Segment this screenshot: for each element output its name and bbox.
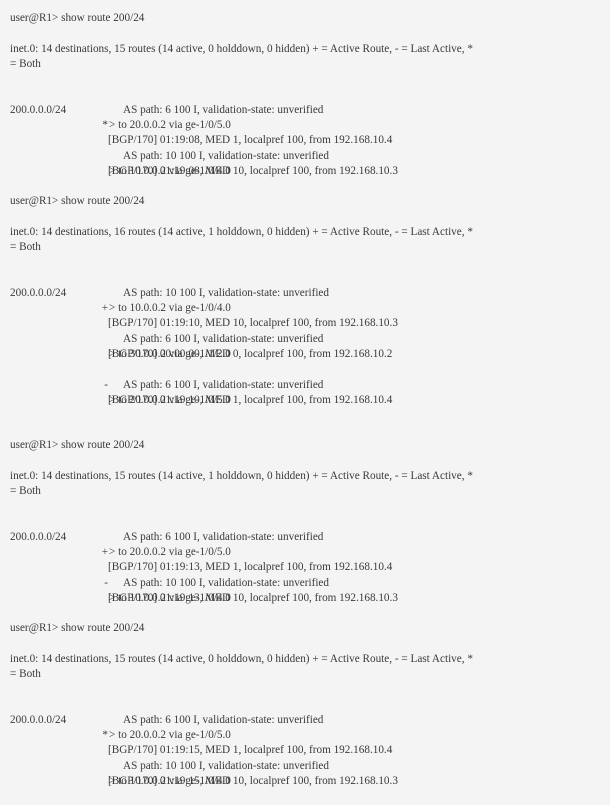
- route-flag: -: [104, 576, 108, 589]
- route-prefix: 200.0.0.0/24: [10, 286, 67, 299]
- route-flag: +: [101, 546, 108, 559]
- route-flag: +: [101, 302, 108, 315]
- route-as-path: AS path: 6 100 I, validation-state: unve…: [123, 332, 324, 345]
- routing-table-summary: inet.0: 14 destinations, 15 routes (14 a…: [10, 469, 473, 482]
- route-entry: 200.0.0.0/24 + [BGP/170] 01:19:13, MED 1…: [10, 514, 610, 574]
- terminal-output: user@R1> show route 200/24 inet.0: 14 de…: [0, 0, 610, 787]
- command-output-2: user@R1> show route 200/24 inet.0: 14 de…: [10, 194, 610, 408]
- routing-table-summary: inet.0: 14 destinations, 15 routes (14 a…: [10, 652, 473, 665]
- route-as-path: AS path: 10 100 I, validation-state: unv…: [123, 149, 329, 162]
- route-as-path: AS path: 10 100 I, validation-state: unv…: [123, 759, 329, 772]
- command-prompt: user@R1> show route 200/24: [10, 622, 145, 634]
- route-protocol-info: [BGP/170] 01:19:08, MED 10, localpref 10…: [108, 164, 398, 177]
- routing-table-summary: inet.0: 14 destinations, 15 routes (14 a…: [10, 42, 473, 55]
- route-prefix: 200.0.0.0/24: [10, 530, 67, 543]
- route-as-path: AS path: 10 100 I, validation-state: unv…: [123, 286, 329, 299]
- command-prompt: user@R1> show route 200/24: [10, 195, 145, 207]
- command-prompt: user@R1> show route 200/24: [10, 439, 145, 451]
- command-output-3: user@R1> show route 200/24 inet.0: 14 de…: [10, 438, 610, 606]
- route-entry: 200.0.0.0/24 * [BGP/170] 01:19:15, MED 1…: [10, 697, 610, 757]
- route-protocol-info: [BGP/170] 01:19:10, MED 1, localpref 100…: [108, 393, 393, 406]
- route-flag: *: [102, 119, 108, 132]
- route-as-path: AS path: 6 100 I, validation-state: unve…: [123, 530, 324, 543]
- route-entry: [BGP/170] 00:00:00, MED 0, localpref 100…: [10, 316, 610, 360]
- route-prefix: 200.0.0.0/24: [10, 103, 67, 116]
- route-entry: 200.0.0.0/24 + [BGP/170] 01:19:10, MED 1…: [10, 270, 610, 330]
- routing-table-summary-wrap: = Both: [10, 57, 41, 70]
- routing-table-summary-wrap: = Both: [10, 484, 41, 497]
- route-entry: [BGP/170] 01:19:15, MED 10, localpref 10…: [10, 743, 610, 787]
- routing-table-summary-wrap: = Both: [10, 667, 41, 680]
- route-entry: - [BGP/170] 01:19:10, MED 1, localpref 1…: [10, 362, 610, 406]
- route-prefix: 200.0.0.0/24: [10, 713, 67, 726]
- route-protocol-info: [BGP/170] 01:19:13, MED 10, localpref 10…: [108, 591, 398, 604]
- routing-table-summary: inet.0: 14 destinations, 16 routes (14 a…: [10, 225, 473, 238]
- routing-table-summary-wrap: = Both: [10, 240, 41, 253]
- route-entry: [BGP/170] 01:19:08, MED 10, localpref 10…: [10, 133, 610, 177]
- command-output-4: user@R1> show route 200/24 inet.0: 14 de…: [10, 621, 610, 789]
- route-as-path: AS path: 6 100 I, validation-state: unve…: [123, 103, 324, 116]
- route-protocol-info: [BGP/170] 01:19:15, MED 10, localpref 10…: [108, 774, 398, 787]
- command-output-1: user@R1> show route 200/24 inet.0: 14 de…: [10, 11, 610, 179]
- route-flag: -: [104, 378, 108, 391]
- route-flag: *: [102, 729, 108, 742]
- route-entry: - [BGP/170] 01:19:13, MED 10, localpref …: [10, 560, 610, 604]
- route-entry: 200.0.0.0/24 * [BGP/170] 01:19:08, MED 1…: [10, 87, 610, 147]
- route-as-path: AS path: 6 100 I, validation-state: unve…: [123, 713, 324, 726]
- route-protocol-info: [BGP/170] 00:00:00, MED 0, localpref 100…: [108, 347, 393, 360]
- command-prompt: user@R1> show route 200/24: [10, 12, 145, 24]
